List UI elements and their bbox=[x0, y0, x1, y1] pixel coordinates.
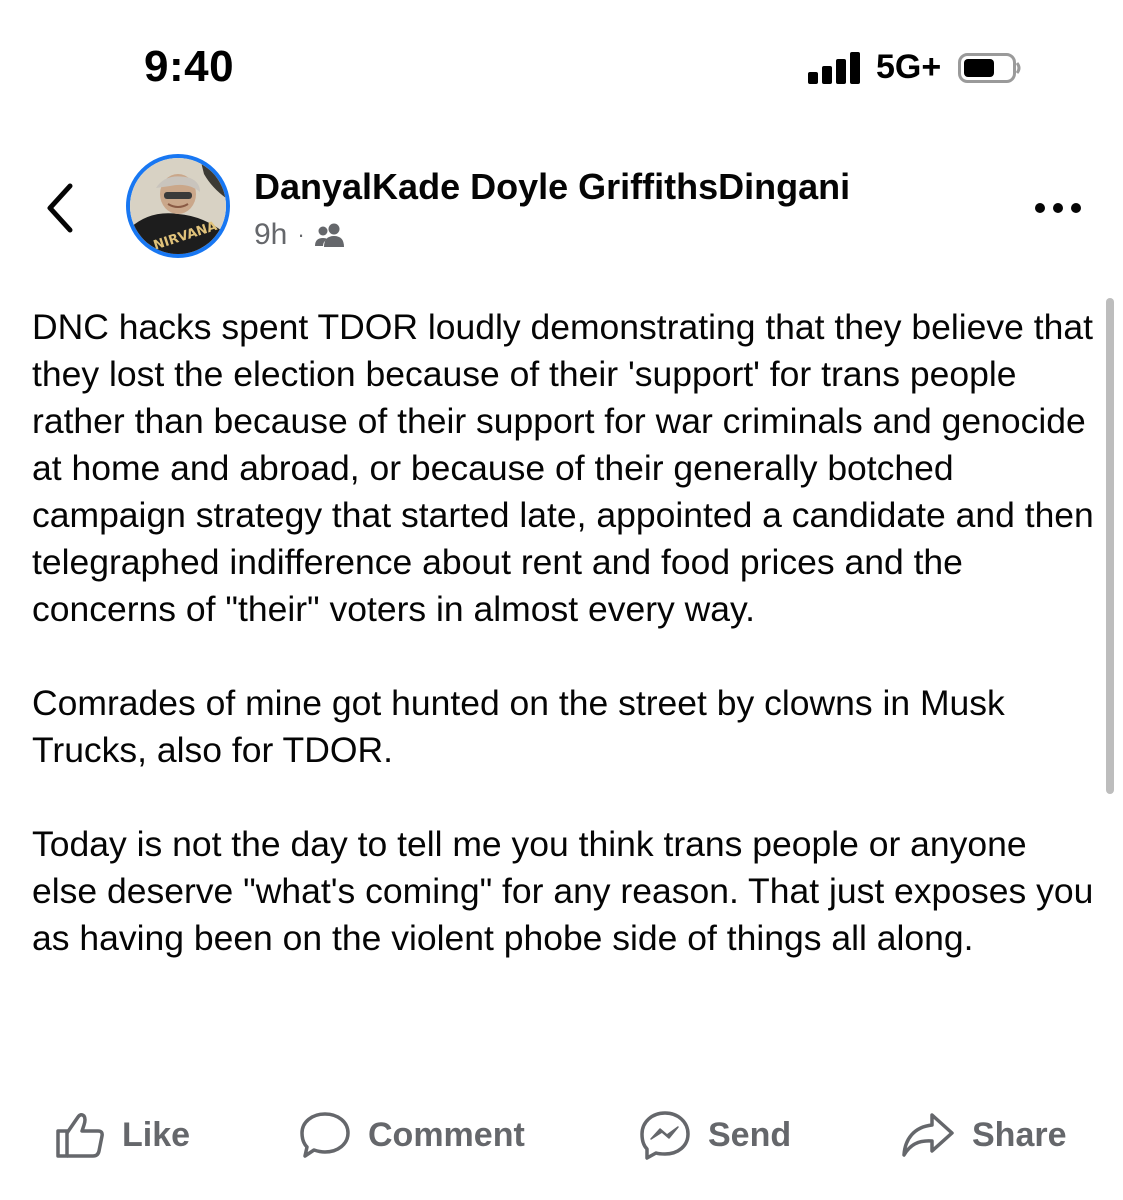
profile-photo: NIRVANA bbox=[130, 158, 226, 254]
scrollbar[interactable] bbox=[1106, 298, 1114, 794]
like-button[interactable]: Like bbox=[54, 1100, 190, 1170]
share-arrow-icon bbox=[902, 1113, 954, 1157]
battery-icon bbox=[958, 53, 1021, 83]
status-time: 9:40 bbox=[144, 42, 235, 91]
post-paragraph: DNC hacks spent TDOR loudly demonstratin… bbox=[32, 307, 1094, 629]
author-name[interactable]: DanyalKade Doyle GriffithsDingani bbox=[254, 166, 850, 208]
post-paragraph: Today is not the day to tell me you thin… bbox=[32, 824, 1094, 958]
post-detail-screen: 9:40 5G+ NIRVANA DanyalKade Doyle Griffi… bbox=[0, 0, 1123, 1200]
send-label: Send bbox=[708, 1115, 792, 1154]
comment-bubble-icon bbox=[300, 1112, 350, 1158]
meta-separator: · bbox=[297, 222, 305, 247]
thumbs-up-icon bbox=[56, 1112, 104, 1158]
post-body: DNC hacks spent TDOR loudly demonstratin… bbox=[32, 304, 1097, 962]
post-time[interactable]: 9h bbox=[254, 218, 287, 252]
avatar[interactable]: NIRVANA bbox=[126, 154, 230, 258]
comment-button[interactable]: Comment bbox=[298, 1100, 525, 1170]
messenger-icon bbox=[640, 1111, 690, 1160]
network-type: 5G+ bbox=[876, 48, 942, 86]
comment-label: Comment bbox=[368, 1115, 525, 1154]
friends-icon[interactable] bbox=[314, 222, 345, 248]
status-bar: 9:40 5G+ bbox=[0, 0, 1123, 120]
like-label: Like bbox=[122, 1115, 191, 1154]
post-meta: 9h · bbox=[254, 218, 345, 252]
share-button[interactable]: Share bbox=[900, 1100, 1067, 1170]
send-button[interactable]: Send bbox=[638, 1100, 791, 1170]
back-chevron-icon[interactable] bbox=[36, 178, 86, 238]
post-action-bar: Like Comment Send Share bbox=[0, 1100, 1123, 1170]
share-label: Share bbox=[972, 1115, 1067, 1154]
cellular-signal-icon bbox=[808, 52, 868, 84]
post-paragraph: Comrades of mine got hunted on the stree… bbox=[32, 683, 1005, 770]
more-options-icon[interactable] bbox=[1030, 196, 1090, 220]
